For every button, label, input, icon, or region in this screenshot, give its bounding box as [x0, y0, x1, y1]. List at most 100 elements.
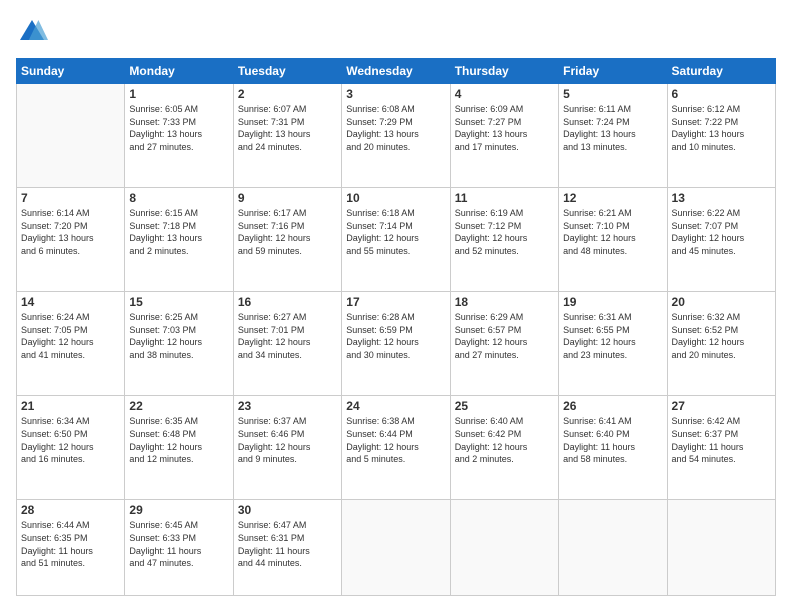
day-info: Sunrise: 6:42 AM Sunset: 6:37 PM Dayligh…	[672, 415, 771, 465]
day-number: 20	[672, 295, 771, 309]
calendar-cell: 8 Sunrise: 6:15 AM Sunset: 7:18 PM Daylig…	[125, 188, 233, 292]
day-info: Sunrise: 6:41 AM Sunset: 6:40 PM Dayligh…	[563, 415, 662, 465]
day-info: Sunrise: 6:11 AM Sunset: 7:24 PM Dayligh…	[563, 103, 662, 153]
day-number: 8	[129, 191, 228, 205]
day-number: 19	[563, 295, 662, 309]
day-header: Wednesday	[342, 59, 450, 84]
page: SundayMondayTuesdayWednesdayThursdayFrid…	[0, 0, 792, 612]
day-info: Sunrise: 6:21 AM Sunset: 7:10 PM Dayligh…	[563, 207, 662, 257]
day-number: 5	[563, 87, 662, 101]
day-number: 2	[238, 87, 337, 101]
day-number: 3	[346, 87, 445, 101]
day-header: Monday	[125, 59, 233, 84]
day-number: 16	[238, 295, 337, 309]
day-number: 24	[346, 399, 445, 413]
day-number: 26	[563, 399, 662, 413]
calendar-cell: 17 Sunrise: 6:28 AM Sunset: 6:59 PM Dayli…	[342, 292, 450, 396]
day-number: 15	[129, 295, 228, 309]
day-number: 4	[455, 87, 554, 101]
day-info: Sunrise: 6:08 AM Sunset: 7:29 PM Dayligh…	[346, 103, 445, 153]
calendar-cell: 29Sunrise: 6:45 AM Sunset: 6:33 PM Dayli…	[125, 500, 233, 596]
day-header: Tuesday	[233, 59, 341, 84]
day-number: 11	[455, 191, 554, 205]
day-info: Sunrise: 6:40 AM Sunset: 6:42 PM Dayligh…	[455, 415, 554, 465]
day-info: Sunrise: 6:45 AM Sunset: 6:33 PM Dayligh…	[129, 519, 228, 569]
day-number: 22	[129, 399, 228, 413]
day-info: Sunrise: 6:22 AM Sunset: 7:07 PM Dayligh…	[672, 207, 771, 257]
day-number: 28	[21, 503, 120, 517]
day-info: Sunrise: 6:14 AM Sunset: 7:20 PM Dayligh…	[21, 207, 120, 257]
day-header: Sunday	[17, 59, 125, 84]
day-number: 18	[455, 295, 554, 309]
day-info: Sunrise: 6:47 AM Sunset: 6:31 PM Dayligh…	[238, 519, 337, 569]
day-info: Sunrise: 6:35 AM Sunset: 6:48 PM Dayligh…	[129, 415, 228, 465]
day-number: 12	[563, 191, 662, 205]
calendar-cell: 14Sunrise: 6:24 AM Sunset: 7:05 PM Dayli…	[17, 292, 125, 396]
calendar-cell: 12 Sunrise: 6:21 AM Sunset: 7:10 PM Dayli…	[559, 188, 667, 292]
header-row: SundayMondayTuesdayWednesdayThursdayFrid…	[17, 59, 776, 84]
calendar-cell: 24 Sunrise: 6:38 AM Sunset: 6:44 PM Dayli…	[342, 396, 450, 500]
calendar-cell: 26 Sunrise: 6:41 AM Sunset: 6:40 PM Dayli…	[559, 396, 667, 500]
day-number: 9	[238, 191, 337, 205]
day-info: Sunrise: 6:19 AM Sunset: 7:12 PM Dayligh…	[455, 207, 554, 257]
calendar-cell: 20 Sunrise: 6:32 AM Sunset: 6:52 PM Dayli…	[667, 292, 775, 396]
day-number: 21	[21, 399, 120, 413]
week-row: 14Sunrise: 6:24 AM Sunset: 7:05 PM Dayli…	[17, 292, 776, 396]
calendar-cell	[559, 500, 667, 596]
calendar-cell	[17, 84, 125, 188]
day-header: Saturday	[667, 59, 775, 84]
calendar-cell	[450, 500, 558, 596]
day-info: Sunrise: 6:17 AM Sunset: 7:16 PM Dayligh…	[238, 207, 337, 257]
day-number: 1	[129, 87, 228, 101]
calendar-cell	[342, 500, 450, 596]
day-info: Sunrise: 6:15 AM Sunset: 7:18 PM Dayligh…	[129, 207, 228, 257]
calendar-cell: 4 Sunrise: 6:09 AM Sunset: 7:27 PM Daylig…	[450, 84, 558, 188]
day-info: Sunrise: 6:31 AM Sunset: 6:55 PM Dayligh…	[563, 311, 662, 361]
day-info: Sunrise: 6:05 AM Sunset: 7:33 PM Dayligh…	[129, 103, 228, 153]
calendar-cell: 1 Sunrise: 6:05 AM Sunset: 7:33 PM Daylig…	[125, 84, 233, 188]
calendar-cell: 10Sunrise: 6:18 AM Sunset: 7:14 PM Dayli…	[342, 188, 450, 292]
day-header: Friday	[559, 59, 667, 84]
day-number: 23	[238, 399, 337, 413]
calendar-cell: 22 Sunrise: 6:35 AM Sunset: 6:48 PM Dayli…	[125, 396, 233, 500]
day-info: Sunrise: 6:27 AM Sunset: 7:01 PM Dayligh…	[238, 311, 337, 361]
day-header: Thursday	[450, 59, 558, 84]
calendar-cell: 25Sunrise: 6:40 AM Sunset: 6:42 PM Dayli…	[450, 396, 558, 500]
calendar-cell: 13 Sunrise: 6:22 AM Sunset: 7:07 PM Dayli…	[667, 188, 775, 292]
day-info: Sunrise: 6:34 AM Sunset: 6:50 PM Dayligh…	[21, 415, 120, 465]
day-info: Sunrise: 6:07 AM Sunset: 7:31 PM Dayligh…	[238, 103, 337, 153]
day-info: Sunrise: 6:29 AM Sunset: 6:57 PM Dayligh…	[455, 311, 554, 361]
day-number: 6	[672, 87, 771, 101]
week-row: 1 Sunrise: 6:05 AM Sunset: 7:33 PM Daylig…	[17, 84, 776, 188]
day-info: Sunrise: 6:44 AM Sunset: 6:35 PM Dayligh…	[21, 519, 120, 569]
calendar-cell: 6Sunrise: 6:12 AM Sunset: 7:22 PM Daylig…	[667, 84, 775, 188]
calendar-cell: 28 Sunrise: 6:44 AM Sunset: 6:35 PM Dayli…	[17, 500, 125, 596]
day-info: Sunrise: 6:24 AM Sunset: 7:05 PM Dayligh…	[21, 311, 120, 361]
calendar-cell: 21 Sunrise: 6:34 AM Sunset: 6:50 PM Dayli…	[17, 396, 125, 500]
day-info: Sunrise: 6:38 AM Sunset: 6:44 PM Dayligh…	[346, 415, 445, 465]
calendar-cell: 30Sunrise: 6:47 AM Sunset: 6:31 PM Dayli…	[233, 500, 341, 596]
calendar-cell: 11 Sunrise: 6:19 AM Sunset: 7:12 PM Dayli…	[450, 188, 558, 292]
calendar-cell: 2 Sunrise: 6:07 AM Sunset: 7:31 PM Daylig…	[233, 84, 341, 188]
week-row: 28 Sunrise: 6:44 AM Sunset: 6:35 PM Dayli…	[17, 500, 776, 596]
day-number: 27	[672, 399, 771, 413]
calendar-cell: 7Sunrise: 6:14 AM Sunset: 7:20 PM Daylig…	[17, 188, 125, 292]
calendar-cell: 5 Sunrise: 6:11 AM Sunset: 7:24 PM Daylig…	[559, 84, 667, 188]
day-number: 13	[672, 191, 771, 205]
calendar-cell: 23Sunrise: 6:37 AM Sunset: 6:46 PM Dayli…	[233, 396, 341, 500]
calendar-cell: 3 Sunrise: 6:08 AM Sunset: 7:29 PM Daylig…	[342, 84, 450, 188]
day-info: Sunrise: 6:32 AM Sunset: 6:52 PM Dayligh…	[672, 311, 771, 361]
calendar-cell: 9 Sunrise: 6:17 AM Sunset: 7:16 PM Daylig…	[233, 188, 341, 292]
calendar-cell: 18 Sunrise: 6:29 AM Sunset: 6:57 PM Dayli…	[450, 292, 558, 396]
header	[16, 16, 776, 48]
calendar-cell: 16 Sunrise: 6:27 AM Sunset: 7:01 PM Dayli…	[233, 292, 341, 396]
day-info: Sunrise: 6:09 AM Sunset: 7:27 PM Dayligh…	[455, 103, 554, 153]
day-number: 10	[346, 191, 445, 205]
day-number: 17	[346, 295, 445, 309]
day-info: Sunrise: 6:28 AM Sunset: 6:59 PM Dayligh…	[346, 311, 445, 361]
day-info: Sunrise: 6:25 AM Sunset: 7:03 PM Dayligh…	[129, 311, 228, 361]
logo	[16, 16, 52, 48]
week-row: 7Sunrise: 6:14 AM Sunset: 7:20 PM Daylig…	[17, 188, 776, 292]
calendar-cell	[667, 500, 775, 596]
logo-icon	[16, 16, 48, 48]
